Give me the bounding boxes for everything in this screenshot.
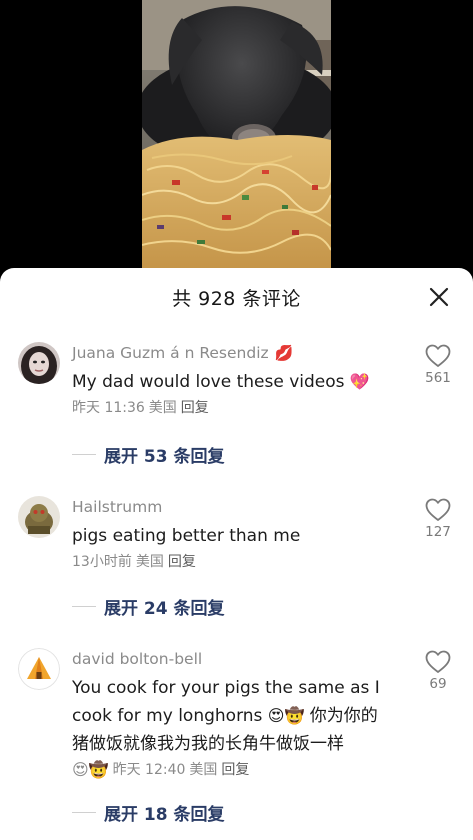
comment-line: You cook for your pigs the same as I bbox=[72, 678, 380, 698]
reply-button[interactable]: 回复 bbox=[181, 396, 209, 420]
comment-sheet-header: 共 928 条评论 bbox=[0, 268, 473, 326]
divider bbox=[72, 605, 96, 607]
user-avatar-image bbox=[18, 342, 60, 384]
like-count: 69 bbox=[429, 676, 447, 692]
comment-item: david bolton-bell You cook for your pigs… bbox=[0, 648, 473, 782]
comment-sheet: 共 928 条评论 Juana Guzm á n Resendiz 💋 My d… bbox=[0, 268, 473, 840]
comment-meta: 13小时前 美国 回复 bbox=[72, 550, 403, 574]
comment-body: 你为你的 bbox=[304, 706, 378, 726]
comment-location: 美国 bbox=[189, 762, 218, 778]
video-frame[interactable] bbox=[142, 0, 331, 272]
heart-eyes-cowboy-emoji: 😍🤠 bbox=[267, 706, 305, 725]
expand-replies-label[interactable]: 展开 24 条回复 bbox=[104, 594, 225, 619]
comment-username[interactable]: Hailstrumm bbox=[72, 496, 403, 518]
like-button[interactable]: 127 bbox=[421, 498, 455, 540]
pig-eating-noodles-image bbox=[142, 0, 331, 272]
comment-text: pigs eating better than me bbox=[72, 522, 403, 550]
expand-replies-label[interactable]: 展开 18 条回复 bbox=[104, 800, 225, 825]
comment-location: 美国 bbox=[148, 400, 177, 416]
comment-body: cook for my longhorns bbox=[72, 706, 268, 726]
heart-icon bbox=[425, 344, 451, 367]
expand-replies-label[interactable]: 展开 53 条回复 bbox=[104, 442, 225, 467]
video-background[interactable] bbox=[0, 0, 473, 280]
avatar[interactable] bbox=[18, 648, 60, 690]
comment-body: My dad would love these videos bbox=[72, 372, 345, 392]
expand-replies[interactable]: 展开 18 条回复 bbox=[72, 792, 473, 832]
comment-line: 猪做饭就像我为我的长角牛做饭一样 bbox=[72, 734, 344, 754]
username-text: david bolton-bell bbox=[72, 650, 203, 668]
expand-replies[interactable]: 展开 24 条回复 bbox=[72, 586, 473, 626]
avatar[interactable] bbox=[18, 496, 60, 538]
username-text: Juana Guzm á n Resendiz bbox=[72, 344, 269, 362]
expand-replies[interactable]: 展开 53 条回复 bbox=[72, 434, 473, 474]
username-text: Hailstrumm bbox=[72, 498, 163, 516]
comment-line: cook for my longhorns 😍🤠 你为你的 bbox=[72, 702, 403, 730]
like-count: 561 bbox=[425, 370, 451, 386]
heart-eyes-cowboy-emoji: 😍🤠 bbox=[72, 760, 109, 779]
reply-button[interactable]: 回复 bbox=[168, 550, 196, 574]
sparkling-heart-emoji: 💖 bbox=[349, 372, 370, 391]
comment-time: 昨天 12:40 bbox=[112, 762, 186, 778]
like-button[interactable]: 561 bbox=[421, 344, 455, 386]
close-icon bbox=[429, 287, 449, 307]
like-count: 127 bbox=[425, 524, 451, 540]
comment-meta: 😍🤠 昨天 12:40 美国 回复 bbox=[72, 758, 403, 782]
like-button[interactable]: 69 bbox=[421, 650, 455, 692]
comment-item: Hailstrumm pigs eating better than me 13… bbox=[0, 496, 473, 574]
comment-username[interactable]: Juana Guzm á n Resendiz 💋 bbox=[72, 342, 403, 364]
comment-count-title: 共 928 条评论 bbox=[172, 287, 301, 310]
comment-meta: 昨天 11:36 美国 回复 bbox=[72, 396, 403, 420]
heart-icon bbox=[425, 650, 451, 673]
avatar[interactable] bbox=[18, 342, 60, 384]
comment-item: Juana Guzm á n Resendiz 💋 My dad would l… bbox=[0, 342, 473, 420]
comment-time: 13小时前 bbox=[72, 554, 132, 570]
lips-emoji: 💋 bbox=[274, 344, 294, 362]
comment-time: 昨天 11:36 bbox=[72, 400, 145, 416]
user-avatar-image bbox=[18, 648, 60, 690]
close-button[interactable] bbox=[427, 285, 451, 309]
reply-button[interactable]: 回复 bbox=[221, 758, 249, 782]
comment-text: My dad would love these videos 💖 bbox=[72, 368, 403, 396]
user-avatar-image bbox=[18, 496, 60, 538]
comment-location: 美国 bbox=[135, 554, 164, 570]
divider bbox=[72, 811, 96, 813]
heart-icon bbox=[425, 498, 451, 521]
divider bbox=[72, 453, 96, 455]
comment-text: You cook for your pigs the same as I coo… bbox=[72, 674, 403, 758]
comment-body: pigs eating better than me bbox=[72, 526, 301, 546]
comment-username[interactable]: david bolton-bell bbox=[72, 648, 403, 670]
